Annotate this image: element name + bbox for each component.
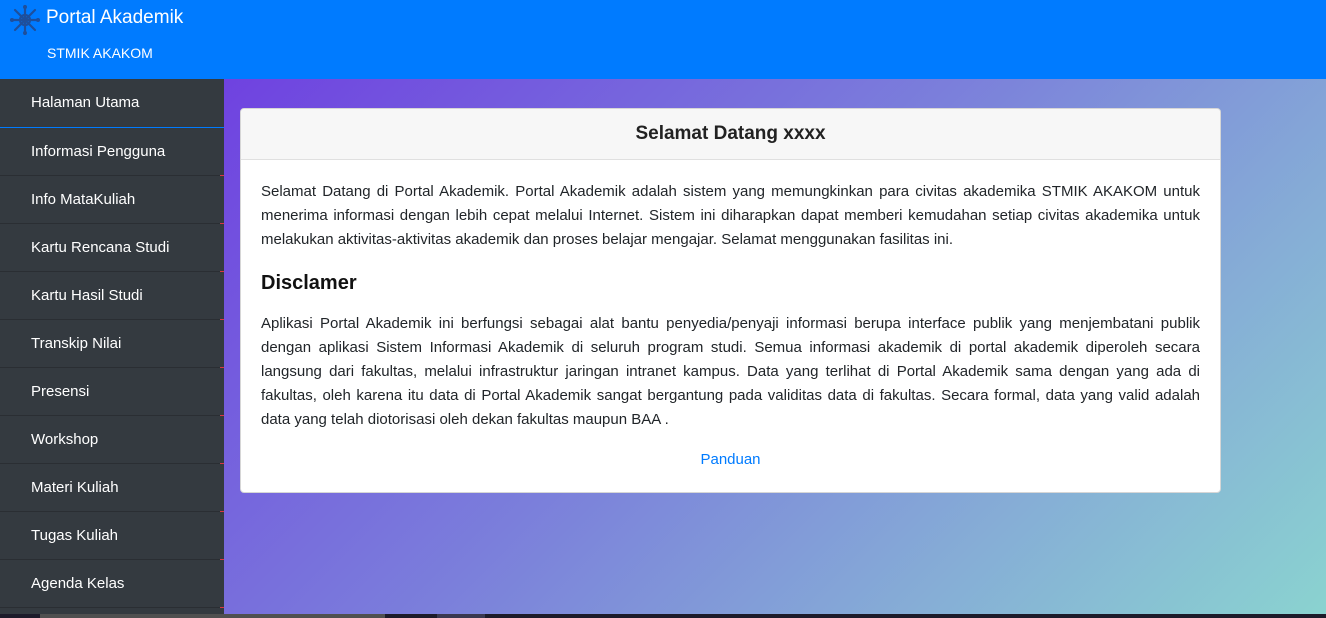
card-body: Selamat Datang di Portal Akademik. Porta… <box>241 160 1220 472</box>
card-title: Selamat Datang xxxx <box>241 109 1220 160</box>
sidebar-item-workshop[interactable]: Workshop <box>0 416 224 464</box>
sidebar-item-presensi[interactable]: Presensi <box>0 368 224 416</box>
brand-title[interactable]: Portal Akademik <box>46 6 183 30</box>
sidebar-item-informasi-pengguna[interactable]: Informasi Pengguna <box>0 128 224 176</box>
bottom-strip-segment <box>40 614 385 618</box>
brand-subtitle: STMIK AKAKOM <box>47 45 153 61</box>
intro-paragraph: Selamat Datang di Portal Akademik. Porta… <box>261 183 1200 248</box>
sidebar-item-materi-kuliah[interactable]: Materi Kuliah <box>0 464 224 512</box>
sidebar-item-halaman-utama[interactable]: Halaman Utama <box>0 79 224 128</box>
sidebar-item-info-matakuliah[interactable]: Info MataKuliah <box>0 176 224 224</box>
snowflake-logo-icon[interactable] <box>9 4 41 36</box>
bottom-strip-segment <box>437 614 485 618</box>
disclaimer-paragraph: Aplikasi Portal Akademik ini berfungsi s… <box>261 315 1200 428</box>
sidebar-item-tugas-kuliah[interactable]: Tugas Kuliah <box>0 512 224 560</box>
sidebar-item-kartu-hasil-studi[interactable]: Kartu Hasil Studi <box>0 272 224 320</box>
bottom-strip <box>0 614 1326 618</box>
sidebar: Halaman Utama Informasi Pengguna Info Ma… <box>0 79 224 618</box>
welcome-card: Selamat Datang xxxx Selamat Datang di Po… <box>240 108 1221 493</box>
disclaimer-heading: Disclamer <box>261 272 357 294</box>
top-navbar: Portal Akademik STMIK AKAKOM <box>0 0 1326 79</box>
sidebar-item-agenda-kelas[interactable]: Agenda Kelas <box>0 560 224 608</box>
guide-link[interactable]: Panduan <box>261 448 1200 472</box>
sidebar-item-transkip-nilai[interactable]: Transkip Nilai <box>0 320 224 368</box>
sidebar-item-kartu-rencana-studi[interactable]: Kartu Rencana Studi <box>0 224 224 272</box>
